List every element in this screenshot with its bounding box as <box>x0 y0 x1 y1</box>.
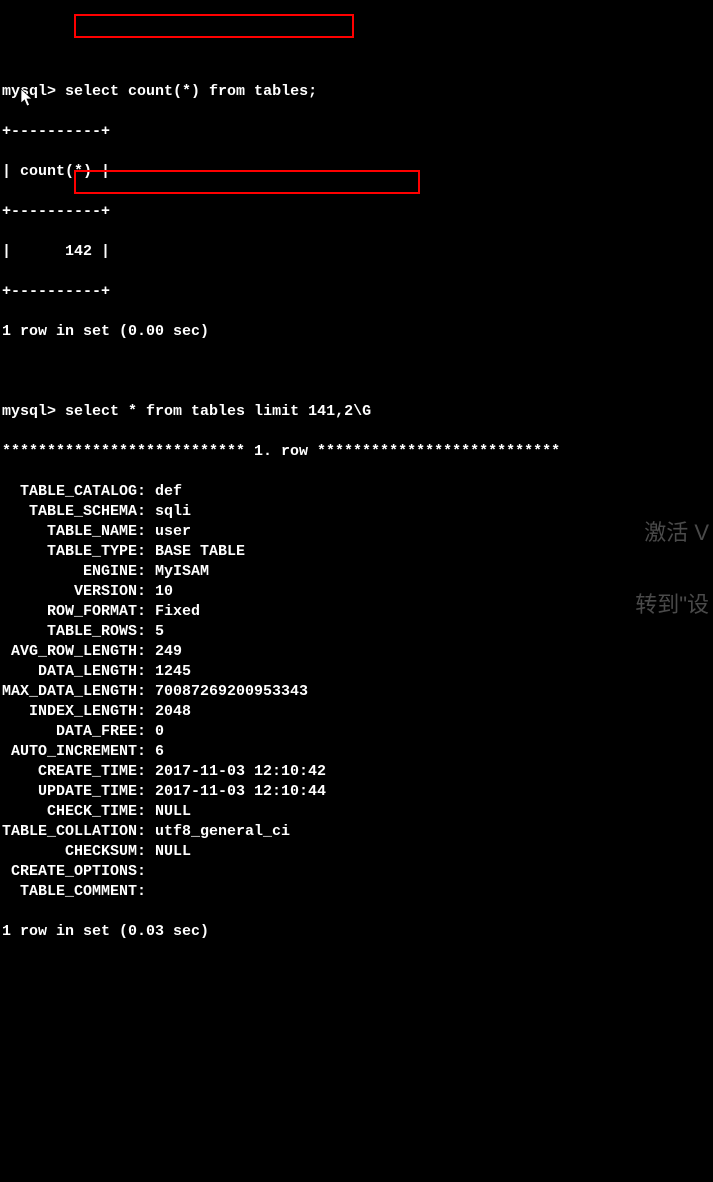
result-footer-1: 1 row in set (0.00 sec) <box>2 322 711 342</box>
highlight-box-1 <box>74 14 354 38</box>
ascii-border-mid: +----------+ <box>2 202 711 222</box>
field-row: ENGINE: MyISAM <box>2 562 711 582</box>
field-row: TABLE_TYPE: BASE TABLE <box>2 542 711 562</box>
field-row: DATA_LENGTH: 1245 <box>2 662 711 682</box>
field-row: MAX_DATA_LENGTH: 70087269200953343 <box>2 682 711 702</box>
result-fields: TABLE_CATALOG: def TABLE_SCHEMA: sqli TA… <box>2 482 711 902</box>
ascii-value-row: | 142 | <box>2 242 711 262</box>
field-row: CHECK_TIME: NULL <box>2 802 711 822</box>
field-row: TABLE_COMMENT: <box>2 882 711 902</box>
field-row: TABLE_CATALOG: def <box>2 482 711 502</box>
prompt-line-1[interactable]: mysql> select count(*) from tables; <box>2 82 711 102</box>
watermark-line2: 转到"设 <box>635 593 709 617</box>
ascii-border-bot: +----------+ <box>2 282 711 302</box>
sql-query-2: select * from tables limit 141,2\G <box>65 403 371 420</box>
field-row: AVG_ROW_LENGTH: 249 <box>2 642 711 662</box>
result-footer-2: 1 row in set (0.03 sec) <box>2 922 711 942</box>
field-row: CHECKSUM: NULL <box>2 842 711 862</box>
field-row: ROW_FORMAT: Fixed <box>2 602 711 622</box>
ascii-border-top: +----------+ <box>2 122 711 142</box>
ascii-header: | count(*) | <box>2 162 711 182</box>
field-row: CREATE_OPTIONS: <box>2 862 711 882</box>
field-row: TABLE_ROWS: 5 <box>2 622 711 642</box>
windows-activation-watermark: 激活 V 转到"设 <box>635 473 709 641</box>
field-row: CREATE_TIME: 2017-11-03 12:10:42 <box>2 762 711 782</box>
watermark-line1: 激活 V <box>635 521 709 545</box>
mysql-prompt: mysql> <box>2 403 56 420</box>
field-row: AUTO_INCREMENT: 6 <box>2 742 711 762</box>
field-row: INDEX_LENGTH: 2048 <box>2 702 711 722</box>
mouse-cursor-icon <box>20 48 36 68</box>
blank-line <box>2 362 711 382</box>
field-row: UPDATE_TIME: 2017-11-03 12:10:44 <box>2 782 711 802</box>
field-row: VERSION: 10 <box>2 582 711 602</box>
field-row: TABLE_COLLATION: utf8_general_ci <box>2 822 711 842</box>
sql-query-1: select count(*) from tables; <box>65 83 317 100</box>
field-row: TABLE_SCHEMA: sqli <box>2 502 711 522</box>
mysql-prompt: mysql> <box>2 83 56 100</box>
prompt-line-2[interactable]: mysql> select * from tables limit 141,2\… <box>2 402 711 422</box>
row-separator: *************************** 1. row *****… <box>2 442 711 462</box>
field-row: DATA_FREE: 0 <box>2 722 711 742</box>
field-row: TABLE_NAME: user <box>2 522 711 542</box>
